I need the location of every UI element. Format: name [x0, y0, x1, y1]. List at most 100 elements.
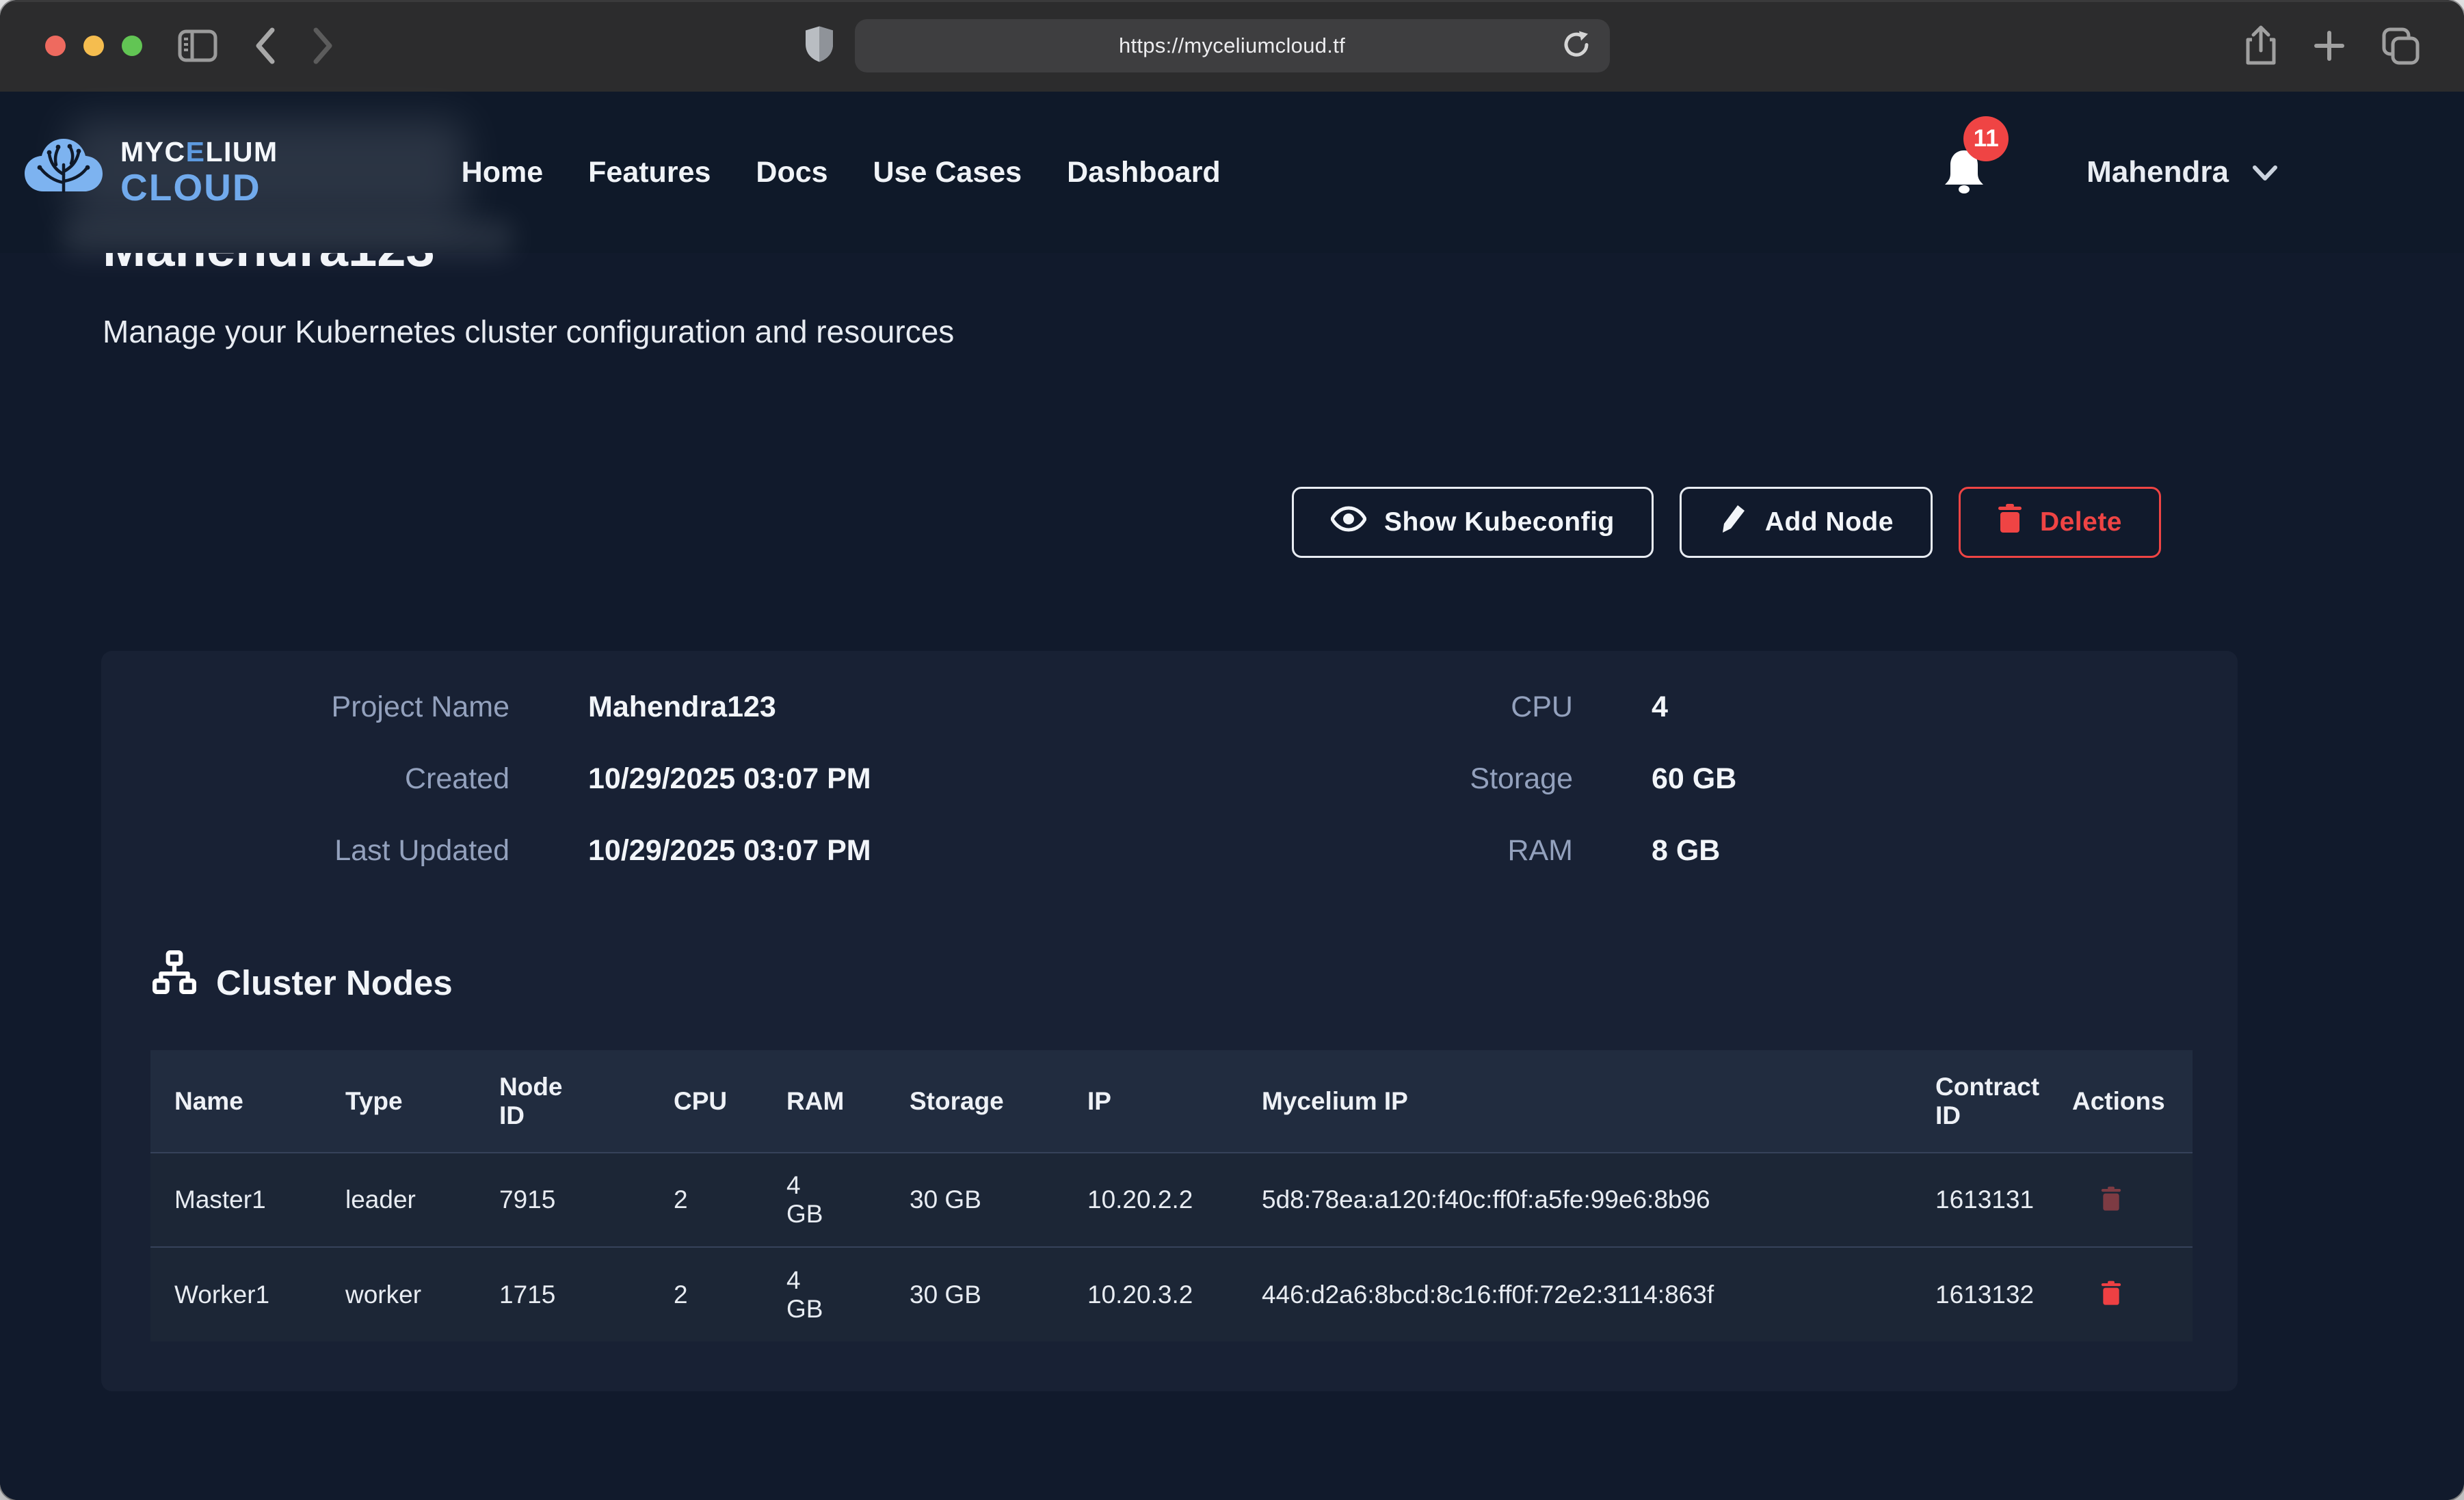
delete-node-button[interactable]: [2101, 1281, 2121, 1309]
page-content: MYCELIUM CLOUD Home Features Docs Use Cases…: [0, 92, 2464, 1500]
info-value-created: 10/29/2025 03:07 PM: [509, 762, 1195, 796]
header-right: 11 Mahendra: [1943, 148, 2278, 198]
nav-link-docs[interactable]: Docs: [756, 156, 827, 189]
cell-name: Master1: [150, 1153, 321, 1247]
info-label-ram: RAM: [1195, 834, 1573, 868]
chevron-right-icon: [312, 27, 335, 64]
info-value-ram: 8 GB: [1573, 834, 2238, 868]
nodes-table-body: Master1leader791524 GB30 GB10.20.2.25d8:…: [150, 1153, 2193, 1341]
close-window-button[interactable]: [45, 36, 66, 56]
cell-ram: 4 GB: [763, 1247, 886, 1341]
share-icon: [2244, 25, 2278, 67]
url-bar[interactable]: https://myceliumcloud.tf: [855, 19, 1610, 72]
cell-actions: [2048, 1247, 2193, 1341]
browser-chrome: https://myceliumcloud.tf: [0, 0, 2464, 92]
cell-contract_id: 1613131: [1911, 1153, 2048, 1247]
share-button[interactable]: [2244, 25, 2278, 67]
site-header: MYCELIUM CLOUD Home Features Docs Use Cases…: [0, 92, 2464, 253]
col-header-ram: RAM: [763, 1050, 886, 1153]
brand-line1: MYCELIUM: [120, 138, 278, 166]
cell-cpu: 2: [650, 1247, 763, 1341]
info-value-storage: 60 GB: [1573, 762, 2238, 796]
privacy-shield-icon[interactable]: [804, 25, 834, 67]
scroll-blur-ghost-2: [62, 219, 513, 257]
col-header-ip: IP: [1063, 1050, 1238, 1153]
brand-line2: CLOUD: [120, 169, 278, 206]
cell-node_id: 1715: [475, 1247, 650, 1341]
nav-link-features[interactable]: Features: [588, 156, 711, 189]
sidebar-icon: [178, 29, 217, 62]
chevron-left-icon: [253, 27, 276, 64]
info-label-last-updated: Last Updated: [101, 834, 509, 868]
nav-link-home[interactable]: Home: [462, 156, 543, 189]
cluster-info-card: Project NameMahendra123CPU4Created10/29/…: [101, 651, 2238, 1391]
nav-link-use-cases[interactable]: Use Cases: [873, 156, 1022, 189]
cluster-actions-row: Show Kubeconfig Add Node Delete: [0, 487, 2464, 558]
col-header-name: Name: [150, 1050, 321, 1153]
add-node-button[interactable]: Add Node: [1680, 487, 1933, 558]
col-header-storage: Storage: [886, 1050, 1063, 1153]
info-value-project-name: Mahendra123: [509, 691, 1195, 724]
bell-icon: [1943, 187, 1985, 198]
info-value-cpu: 4: [1573, 691, 2238, 724]
cell-cpu: 2: [650, 1153, 763, 1247]
nodes-table-header-row: NameTypeNode IDCPURAMStorageIPMycelium I…: [150, 1050, 2193, 1153]
nav-link-dashboard[interactable]: Dashboard: [1067, 156, 1221, 189]
sidebar-toggle-button[interactable]: [178, 29, 217, 62]
cell-node_id: 7915: [475, 1153, 650, 1247]
pencil-icon: [1719, 503, 1747, 542]
col-header-contract-id: Contract ID: [1911, 1050, 2048, 1153]
chevron-down-icon: [2252, 155, 2278, 189]
nodes-table: NameTypeNode IDCPURAMStorageIPMycelium I…: [150, 1050, 2193, 1341]
new-tab-button[interactable]: [2312, 29, 2346, 63]
reload-icon: [1561, 53, 1592, 63]
info-label-storage: Storage: [1195, 762, 1573, 796]
info-label-project-name: Project Name: [101, 691, 509, 724]
col-header-actions: Actions: [2048, 1050, 2193, 1153]
mycelium-cloud-logo-icon: [21, 133, 107, 212]
delete-cluster-button[interactable]: Delete: [1959, 487, 2161, 558]
back-button[interactable]: [253, 27, 276, 64]
cell-storage: 30 GB: [886, 1153, 1063, 1247]
cell-name: Worker1: [150, 1247, 321, 1341]
cell-ip: 10.20.3.2: [1063, 1247, 1238, 1341]
main-nav: Home Features Docs Use Cases Dashboard: [462, 156, 1221, 189]
minimize-window-button[interactable]: [83, 36, 104, 56]
cell-mycelium_ip: 5d8:78ea:a120:f40c:ff0f:a5fe:99e6:8b96: [1238, 1153, 1911, 1247]
reload-button[interactable]: [1561, 29, 1592, 63]
cell-type: leader: [321, 1153, 475, 1247]
cell-mycelium_ip: 446:d2a6:8bcd:8c16:ff0f:72e2:3114:863f: [1238, 1247, 1911, 1341]
brand-logo[interactable]: MYCELIUM CLOUD: [21, 133, 278, 212]
zoom-window-button[interactable]: [122, 36, 142, 56]
notifications-button[interactable]: 11: [1943, 148, 1985, 198]
user-menu-button[interactable]: Mahendra: [2087, 155, 2278, 189]
cell-actions: [2048, 1153, 2193, 1247]
cell-ip: 10.20.2.2: [1063, 1153, 1238, 1247]
eye-icon: [1331, 505, 1366, 539]
traffic-lights: [45, 36, 142, 56]
tab-overview-button[interactable]: [2381, 26, 2420, 66]
brand-text: MYCELIUM CLOUD: [120, 138, 278, 206]
trash-icon: [2101, 1281, 2121, 1309]
col-header-type: Type: [321, 1050, 475, 1153]
cluster-nodes-heading: Cluster Nodes: [152, 950, 2238, 1016]
browser-window: https://myceliumcloud.tf: [0, 0, 2464, 1500]
cell-storage: 30 GB: [886, 1247, 1063, 1341]
user-name: Mahendra: [2087, 155, 2229, 189]
notification-badge: 11: [1963, 116, 2009, 161]
col-header-node-id: Node ID: [475, 1050, 650, 1153]
node-row-worker1: Worker1worker171524 GB30 GB10.20.3.2446:…: [150, 1247, 2193, 1341]
cell-ram: 4 GB: [763, 1153, 886, 1247]
info-value-last-updated: 10/29/2025 03:07 PM: [509, 834, 1195, 868]
cell-type: worker: [321, 1247, 475, 1341]
cluster-info-grid: Project NameMahendra123CPU4Created10/29/…: [101, 651, 2238, 887]
delete-node-button[interactable]: [2101, 1186, 2121, 1214]
forward-button[interactable]: [312, 27, 335, 64]
plus-icon: [2312, 29, 2346, 63]
page-subtitle: Manage your Kubernetes cluster configura…: [103, 313, 954, 350]
show-kubeconfig-button[interactable]: Show Kubeconfig: [1292, 487, 1654, 558]
info-label-created: Created: [101, 762, 509, 796]
url-text: https://myceliumcloud.tf: [1119, 34, 1345, 58]
nodes-table-wrap: NameTypeNode IDCPURAMStorageIPMycelium I…: [150, 1050, 2193, 1341]
network-nodes-icon: [152, 950, 197, 1016]
